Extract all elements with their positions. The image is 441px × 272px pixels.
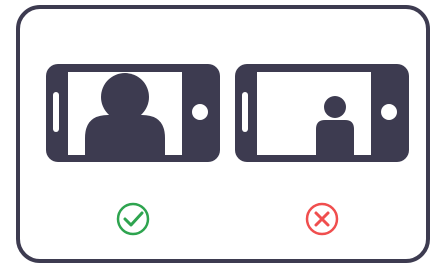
phone-correct-example <box>46 64 220 162</box>
framing-guide-card <box>0 0 441 268</box>
phone-home-button <box>381 104 397 120</box>
phone-speaker <box>53 92 59 132</box>
phone-incorrect-example <box>235 64 409 162</box>
phone-home-button <box>192 104 208 120</box>
framing-guide-illustration <box>16 5 430 263</box>
phone-speaker <box>242 92 248 132</box>
